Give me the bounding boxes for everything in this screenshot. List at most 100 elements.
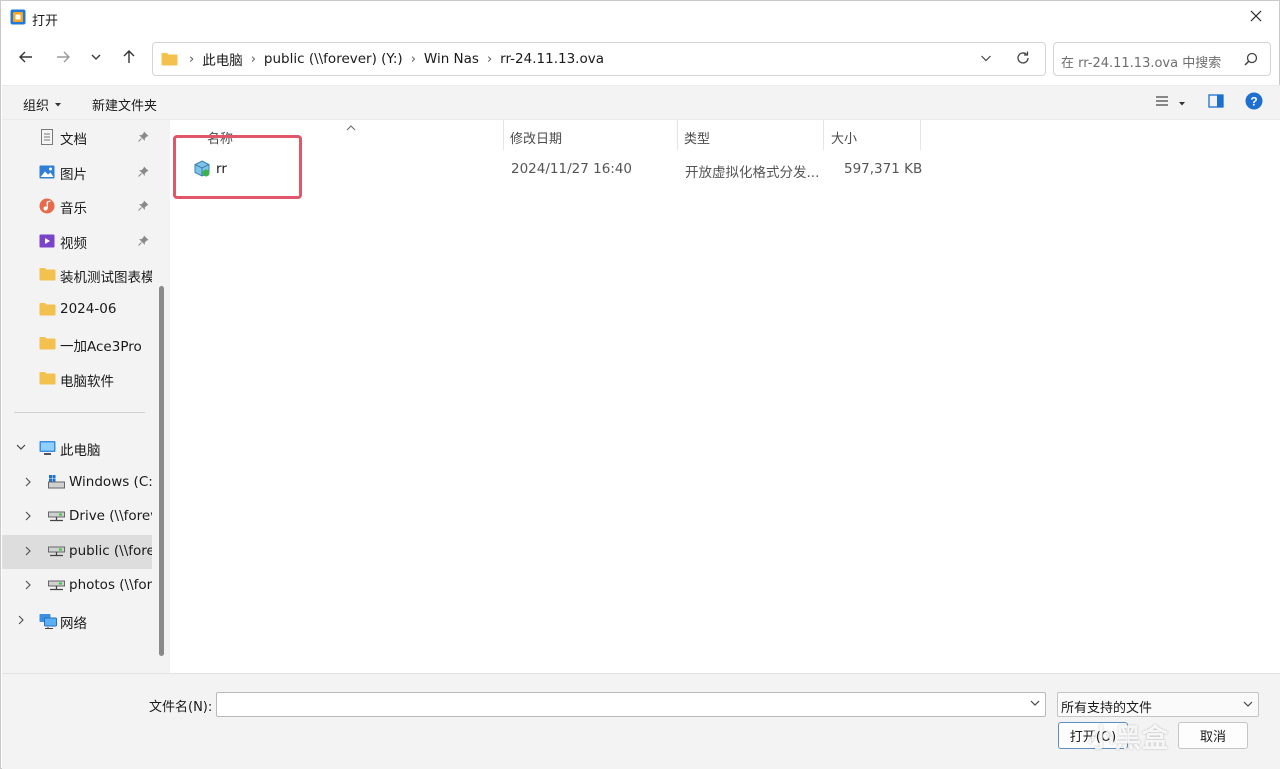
recent-locations-button[interactable] bbox=[82, 45, 110, 73]
sidebar-item-label: 电脑软件 bbox=[60, 374, 114, 390]
sort-ascending-icon bbox=[346, 120, 356, 135]
caret-down-icon bbox=[1178, 96, 1186, 111]
search-input[interactable]: 在 rr-24.11.13.ova 中搜索 bbox=[1053, 42, 1271, 76]
chevron-right-icon: › bbox=[250, 51, 256, 67]
sidebar-item-folder[interactable]: 2024-06 bbox=[2, 293, 152, 327]
filename-input[interactable] bbox=[216, 692, 1046, 717]
sidebar-item-folder[interactable]: 一加Ace3Pro bbox=[2, 327, 152, 361]
filename-label: 文件名(N): bbox=[149, 700, 213, 715]
file-size: 597,371 KB bbox=[844, 161, 923, 177]
sidebar-item-label: 一加Ace3Pro bbox=[60, 339, 142, 355]
sidebar-item-label: Windows (C:) bbox=[69, 474, 152, 490]
sidebar-divider bbox=[14, 412, 145, 413]
folder-icon bbox=[39, 267, 56, 283]
chevron-down-icon[interactable] bbox=[15, 441, 27, 453]
sidebar-item-label: photos (\\fore bbox=[69, 577, 152, 593]
file-modified: 2024/11/27 16:40 bbox=[511, 161, 633, 177]
chevron-right-icon[interactable] bbox=[22, 579, 34, 591]
column-divider[interactable] bbox=[920, 120, 921, 150]
up-button[interactable] bbox=[115, 45, 143, 73]
chevron-right-icon[interactable] bbox=[15, 614, 27, 626]
navigation-pane: 文档 图片 音乐 视频 装机测试图表模 2024-06 一加Ace3Pro 电脑… bbox=[2, 120, 170, 673]
view-options-button[interactable] bbox=[1150, 92, 1190, 114]
file-list: 名称 修改日期 类型 大小 rr 2024/11/27 16:40 开放虚拟化格… bbox=[170, 120, 1280, 673]
sidebar-item-drive-c[interactable]: Windows (C:) bbox=[2, 466, 152, 500]
chevron-down-icon bbox=[1242, 698, 1254, 714]
search-icon bbox=[1244, 52, 1258, 70]
sidebar-item-drive-photos[interactable]: photos (\\fore bbox=[2, 569, 152, 603]
breadcrumb-this-pc[interactable]: 此电脑 bbox=[202, 49, 243, 69]
title-bar: 打开 bbox=[1, 1, 1279, 35]
list-view-icon bbox=[1154, 94, 1170, 112]
sidebar-item-label: 此电脑 bbox=[60, 443, 101, 459]
column-header-size[interactable]: 大小 bbox=[831, 123, 857, 151]
sidebar-item-documents[interactable]: 文档 bbox=[2, 120, 152, 154]
address-history-button[interactable] bbox=[975, 50, 997, 70]
chevron-right-icon[interactable] bbox=[22, 476, 34, 488]
sidebar-item-folder[interactable]: 装机测试图表模 bbox=[2, 258, 152, 292]
sidebar-item-label: 音乐 bbox=[60, 201, 87, 217]
chevron-right-icon[interactable] bbox=[22, 510, 34, 522]
pictures-icon bbox=[39, 164, 56, 180]
preview-pane-icon bbox=[1208, 94, 1224, 112]
chevron-down-icon[interactable] bbox=[1029, 697, 1041, 713]
arrow-up-icon bbox=[121, 49, 137, 69]
close-button[interactable] bbox=[1233, 1, 1279, 35]
breadcrumb-public-drive[interactable]: public (\\forever) (Y:) bbox=[264, 51, 403, 67]
organize-label: 组织 bbox=[23, 99, 50, 114]
forward-button[interactable] bbox=[49, 45, 77, 73]
videos-icon bbox=[39, 233, 56, 249]
sidebar-scrollbar[interactable] bbox=[159, 286, 164, 656]
sidebar-item-label: 网络 bbox=[60, 616, 87, 632]
open-file-dialog: 打开 › 此电脑 › public (\\forever) (Y:) › Win… bbox=[0, 0, 1280, 769]
chevron-right-icon: › bbox=[486, 51, 493, 67]
sidebar-item-drive-public[interactable]: public (\\forev bbox=[2, 535, 152, 569]
help-button[interactable]: ? bbox=[1243, 92, 1265, 114]
breadcrumb-current-folder[interactable]: rr-24.11.13.ova bbox=[500, 51, 604, 67]
sidebar-item-drive-network[interactable]: Drive (\\forever bbox=[2, 500, 152, 534]
window-title: 打开 bbox=[32, 14, 59, 29]
svg-text:?: ? bbox=[1250, 95, 1257, 109]
sidebar-item-pictures[interactable]: 图片 bbox=[2, 155, 152, 189]
sidebar-item-this-pc[interactable]: 此电脑 bbox=[2, 431, 152, 465]
folder-icon bbox=[39, 336, 56, 352]
sidebar-item-music[interactable]: 音乐 bbox=[2, 189, 152, 223]
dialog-footer: 文件名(N): 所有支持的文件 打开(O) 取消 小黑盒 bbox=[2, 673, 1280, 769]
chevron-down-icon bbox=[90, 51, 102, 67]
app-icon bbox=[10, 9, 26, 25]
sidebar-item-network[interactable]: 网络 bbox=[2, 604, 152, 638]
chevron-right-icon[interactable] bbox=[22, 545, 34, 557]
chevron-right-icon: › bbox=[410, 51, 416, 67]
sidebar-item-label: 文档 bbox=[60, 132, 87, 148]
close-icon bbox=[1250, 10, 1262, 26]
address-bar[interactable]: › 此电脑 › public (\\forever) (Y:) › Win Na… bbox=[152, 42, 1046, 76]
help-icon: ? bbox=[1245, 92, 1263, 114]
column-divider[interactable] bbox=[823, 120, 824, 150]
column-divider[interactable] bbox=[503, 120, 504, 150]
column-header-type[interactable]: 类型 bbox=[684, 123, 710, 151]
pin-icon bbox=[138, 234, 149, 250]
computer-icon bbox=[39, 440, 56, 456]
preview-pane-button[interactable] bbox=[1205, 92, 1227, 114]
organize-button[interactable]: 组织 bbox=[23, 95, 62, 114]
music-icon bbox=[39, 198, 56, 214]
sidebar-item-videos[interactable]: 视频 bbox=[2, 224, 152, 258]
network-drive-icon bbox=[48, 544, 65, 560]
breadcrumb: › 此电脑 › public (\\forever) (Y:) › Win Na… bbox=[181, 43, 604, 75]
new-folder-button[interactable]: 新建文件夹 bbox=[92, 95, 157, 114]
column-divider[interactable] bbox=[677, 120, 678, 150]
filetype-value: 所有支持的文件 bbox=[1061, 701, 1153, 716]
refresh-button[interactable] bbox=[1011, 49, 1035, 71]
arrow-right-icon bbox=[55, 49, 71, 69]
caret-down-icon bbox=[54, 97, 62, 112]
sidebar-item-folder[interactable]: 电脑软件 bbox=[2, 362, 152, 396]
sidebar-item-label: public (\\forev bbox=[69, 543, 152, 559]
cancel-button[interactable]: 取消 bbox=[1178, 722, 1248, 749]
annotation-highlight bbox=[173, 135, 302, 199]
filetype-select[interactable]: 所有支持的文件 bbox=[1057, 692, 1259, 717]
watermark: 小黑盒 bbox=[1088, 724, 1170, 754]
breadcrumb-win-nas[interactable]: Win Nas bbox=[424, 51, 479, 67]
back-button[interactable] bbox=[12, 45, 40, 73]
column-header-modified[interactable]: 修改日期 bbox=[510, 123, 562, 151]
sidebar-item-label: 装机测试图表模 bbox=[60, 270, 152, 286]
